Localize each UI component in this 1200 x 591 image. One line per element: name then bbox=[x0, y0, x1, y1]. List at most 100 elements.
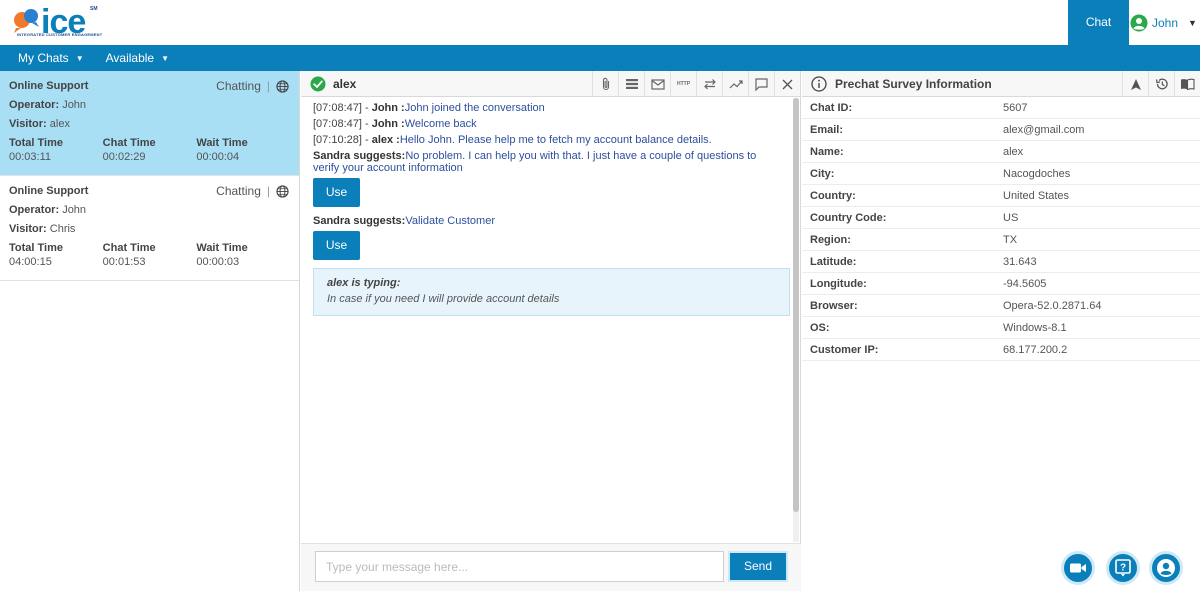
svg-text:SM: SM bbox=[90, 6, 98, 12]
visitor-name: alex bbox=[49, 118, 70, 130]
table-row: City: Nacogdoches bbox=[802, 163, 1200, 185]
chat-status: Chatting | bbox=[216, 79, 289, 93]
globe-icon[interactable] bbox=[276, 79, 289, 93]
suggestion-item: Sandra suggests:Validate Customer bbox=[313, 215, 781, 227]
field-label: Longitude: bbox=[810, 277, 867, 290]
check-circle-icon bbox=[310, 76, 326, 91]
canned-responses-button[interactable] bbox=[618, 71, 644, 97]
field-label: Browser: bbox=[810, 299, 858, 312]
chat-status-label: Chatting bbox=[216, 79, 261, 93]
divider: | bbox=[266, 79, 270, 93]
scrollbar-thumb[interactable] bbox=[793, 98, 799, 512]
attach-button[interactable] bbox=[592, 71, 618, 97]
field-value: US bbox=[1003, 211, 1019, 224]
chat-time-label: Chat Time bbox=[102, 137, 156, 149]
table-row: Chat ID: 5607 bbox=[802, 97, 1200, 119]
chat-time-label: Chat Time bbox=[102, 242, 156, 254]
chat-card-chris[interactable]: Online Support Chatting | Operator: John… bbox=[0, 176, 299, 281]
location-button[interactable] bbox=[1122, 71, 1148, 97]
wait-time-label: Wait Time bbox=[196, 137, 248, 149]
field-label: Customer IP: bbox=[810, 343, 879, 356]
message-text: John joined the conversation bbox=[404, 102, 545, 114]
chat-card-alex[interactable]: Online Support Chatting | Operator: John… bbox=[0, 71, 299, 176]
operator-line: Operator: John bbox=[9, 203, 290, 222]
close-chat-button[interactable] bbox=[774, 71, 800, 97]
table-row: Customer IP: 68.177.200.2 bbox=[802, 339, 1200, 361]
survey-table: Chat ID: 5607 Email: alex@gmail.com Name: a… bbox=[802, 97, 1200, 361]
help-button[interactable]: ? bbox=[1106, 551, 1140, 585]
message-input[interactable] bbox=[315, 551, 724, 582]
user-menu[interactable]: John ▼ bbox=[1130, 0, 1197, 45]
time-stats: Total Time 04:00:15 Chat Time 00:01:53 Wai… bbox=[9, 242, 290, 268]
field-label: OS: bbox=[810, 321, 830, 334]
message-author: alex : bbox=[371, 134, 400, 146]
wait-time-value: 00:00:04 bbox=[196, 151, 240, 163]
message-log: [07:08:47] - John :John joined the conve… bbox=[301, 98, 793, 543]
chat-status-label: Chatting bbox=[216, 184, 261, 198]
use-suggestion-button[interactable]: Use bbox=[313, 178, 360, 207]
user-circle-icon bbox=[1130, 14, 1148, 31]
operator-label: Operator: bbox=[9, 99, 60, 111]
escalate-button[interactable] bbox=[722, 71, 748, 97]
transfer-button[interactable] bbox=[696, 71, 722, 97]
total-time-value: 00:03:11 bbox=[9, 151, 52, 163]
push-url-button[interactable]: HTTP bbox=[670, 71, 696, 97]
profile-button[interactable] bbox=[1149, 551, 1183, 585]
message-item: [07:08:47] - John :Welcome back bbox=[313, 118, 781, 130]
operator-name: John bbox=[62, 204, 87, 216]
availability-dropdown[interactable]: Available ▼ bbox=[106, 51, 169, 65]
history-icon bbox=[1155, 78, 1168, 90]
message-scrollbar[interactable] bbox=[793, 98, 799, 542]
video-call-button[interactable] bbox=[1061, 551, 1095, 585]
chevron-down-icon: ▼ bbox=[161, 53, 170, 63]
video-icon bbox=[1070, 563, 1086, 573]
my-chats-dropdown[interactable]: My Chats ▼ bbox=[18, 51, 84, 65]
message-author: John : bbox=[371, 102, 405, 114]
field-value: Nacogdoches bbox=[1003, 167, 1071, 180]
field-label: Country: bbox=[810, 189, 856, 202]
list-icon bbox=[625, 79, 638, 89]
message-composer: Send bbox=[301, 543, 801, 591]
total-time-label: Total Time bbox=[9, 242, 63, 254]
typing-label: alex is typing: bbox=[327, 277, 401, 289]
survey-panel: Prechat Survey Information Chat ID: 5607 … bbox=[802, 71, 1200, 591]
tab-chat[interactable]: Chat bbox=[1068, 0, 1129, 45]
conversation-panel: alex HTTP [07:08:47] - John:John joined… bbox=[301, 71, 801, 591]
send-button[interactable]: Send bbox=[728, 551, 788, 582]
navigation-icon bbox=[1130, 78, 1141, 90]
chat-time-value: 00:02:29 bbox=[102, 151, 146, 163]
table-row: Country Code: US bbox=[802, 207, 1200, 229]
message-time: [07:10:28] - bbox=[313, 134, 369, 146]
notes-button[interactable] bbox=[748, 71, 774, 97]
chevron-down-icon: ▼ bbox=[75, 53, 84, 63]
help-icon: ? bbox=[1115, 559, 1131, 577]
globe-icon[interactable] bbox=[276, 184, 289, 198]
visitor-line: Visitor: Chris bbox=[9, 222, 290, 241]
operator-label: Operator: bbox=[9, 204, 60, 216]
field-value: alex bbox=[1003, 145, 1024, 158]
visitor-label: Visitor: bbox=[9, 223, 47, 235]
divider: | bbox=[266, 184, 270, 198]
logo-tagline: INTEGRATED CUSTOMER ENGAGEMENT bbox=[17, 32, 103, 37]
table-row: Latitude: 31.643 bbox=[802, 251, 1200, 273]
message-text: Welcome back bbox=[404, 118, 477, 130]
message-text: Hello John. Please help me to fetch my a… bbox=[399, 134, 712, 146]
field-label: Name: bbox=[810, 145, 844, 158]
message-item: [07:10:28] - alex :Hello John. Please he… bbox=[313, 134, 781, 146]
history-button[interactable] bbox=[1148, 71, 1174, 97]
visitor-line: Visitor: alex bbox=[9, 117, 290, 136]
use-suggestion-button[interactable]: Use bbox=[313, 231, 360, 260]
field-value: United States bbox=[1003, 189, 1070, 202]
nav-bar: My Chats ▼ Available ▼ bbox=[0, 45, 1200, 71]
trend-icon bbox=[729, 80, 743, 89]
message-author: John : bbox=[371, 118, 405, 130]
knowledge-base-button[interactable] bbox=[1174, 71, 1200, 97]
table-row: Name: alex bbox=[802, 141, 1200, 163]
email-button[interactable] bbox=[644, 71, 670, 97]
survey-title: Prechat Survey Information bbox=[835, 76, 992, 91]
table-row: OS: Windows-8.1 bbox=[802, 317, 1200, 339]
field-value: Opera-52.0.2871.64 bbox=[1003, 299, 1102, 312]
table-row: Email: alex@gmail.com bbox=[802, 119, 1200, 141]
field-label: Region: bbox=[810, 233, 851, 246]
conversation-header: alex HTTP bbox=[301, 71, 800, 97]
